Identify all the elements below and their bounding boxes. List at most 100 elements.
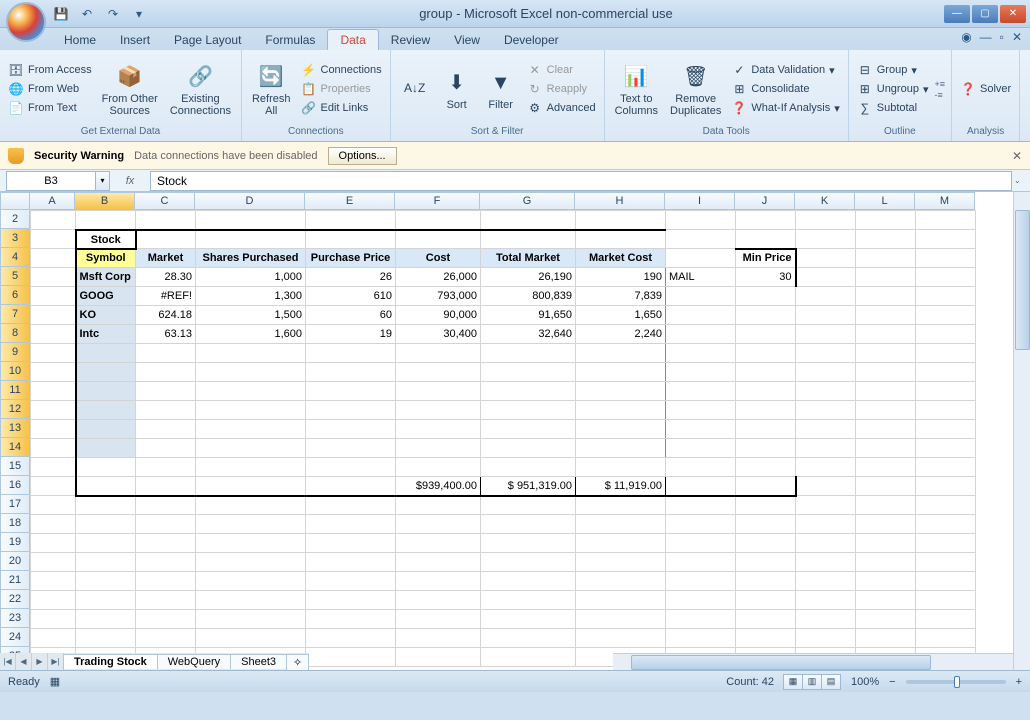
cell-G24[interactable] [481, 629, 576, 648]
cell-J18[interactable] [736, 515, 796, 534]
cell-H6[interactable]: 7,839 [576, 287, 666, 306]
cell-E23[interactable] [306, 610, 396, 629]
worksheet-grid[interactable]: ABCDEFGHIJKLM 23456789101112131415161718… [0, 192, 1030, 670]
fx-icon[interactable]: fx [119, 175, 141, 187]
row-header-22[interactable]: 22 [0, 590, 30, 609]
cell-A2[interactable] [31, 211, 76, 230]
cell-M9[interactable] [916, 344, 976, 363]
tab-data[interactable]: Data [327, 29, 378, 50]
cell-J9[interactable] [736, 344, 796, 363]
cell-L3[interactable] [856, 230, 916, 249]
cell-G6[interactable]: 800,839 [481, 287, 576, 306]
cell-I8[interactable] [666, 325, 736, 344]
cell-L14[interactable] [856, 439, 916, 458]
cell-I13[interactable] [666, 420, 736, 439]
cell-G25[interactable] [481, 648, 576, 667]
clear-button[interactable]: ✕Clear [525, 61, 598, 79]
cell-B2[interactable] [76, 211, 136, 230]
cell-H2[interactable] [576, 211, 666, 230]
cell-A12[interactable] [31, 401, 76, 420]
cell-A3[interactable] [31, 230, 76, 249]
cell-F22[interactable] [396, 591, 481, 610]
zoom-level[interactable]: 100% [851, 676, 879, 688]
cell-G22[interactable] [481, 591, 576, 610]
cell-H10[interactable] [576, 363, 666, 382]
cell-B21[interactable] [76, 572, 136, 591]
min-ribbon-icon[interactable]: — [980, 30, 992, 44]
cell-A17[interactable] [31, 496, 76, 515]
cell-H16[interactable]: $ 11,919.00 [576, 477, 666, 496]
row-header-17[interactable]: 17 [0, 495, 30, 514]
cell-L8[interactable] [856, 325, 916, 344]
sheet-nav-prev[interactable]: ◀ [16, 653, 32, 670]
cell-A24[interactable] [31, 629, 76, 648]
cell-K13[interactable] [796, 420, 856, 439]
cell-E8[interactable]: 19 [306, 325, 396, 344]
reapply-button[interactable]: ↻Reapply [525, 80, 598, 98]
remove-duplicates-button[interactable]: 🗑Remove Duplicates [666, 59, 725, 119]
cell-C8[interactable]: 63.13 [136, 325, 196, 344]
cell-J8[interactable] [736, 325, 796, 344]
cell-D21[interactable] [196, 572, 306, 591]
cell-K15[interactable] [796, 458, 856, 477]
cell-D24[interactable] [196, 629, 306, 648]
col-header-F[interactable]: F [395, 192, 480, 210]
cell-H3[interactable] [576, 230, 666, 249]
cell-M3[interactable] [916, 230, 976, 249]
cell-I5[interactable]: MAIL [666, 268, 736, 287]
cell-B18[interactable] [76, 515, 136, 534]
cell-A5[interactable] [31, 268, 76, 287]
cell-F13[interactable] [396, 420, 481, 439]
sheet-tab-trading-stock[interactable]: Trading Stock [63, 654, 158, 669]
cell-M21[interactable] [916, 572, 976, 591]
cell-E4[interactable]: Purchase Price [306, 249, 396, 268]
undo-icon[interactable]: ↶ [78, 5, 96, 23]
cell-D20[interactable] [196, 553, 306, 572]
cell-J3[interactable] [736, 230, 796, 249]
sheet-nav-last[interactable]: ▶| [48, 653, 64, 670]
cell-J5[interactable]: 30 [736, 268, 796, 287]
cell-I2[interactable] [666, 211, 736, 230]
cell-G11[interactable] [481, 382, 576, 401]
cell-M4[interactable] [916, 249, 976, 268]
cell-L4[interactable] [856, 249, 916, 268]
horizontal-scrollbar[interactable] [613, 653, 1013, 670]
zoom-in-button[interactable]: + [1016, 676, 1022, 688]
cell-A18[interactable] [31, 515, 76, 534]
zoom-slider[interactable] [906, 680, 1006, 684]
cell-H5[interactable]: 190 [576, 268, 666, 287]
cell-J20[interactable] [736, 553, 796, 572]
data-validation-button[interactable]: ✓Data Validation ▾ [729, 61, 841, 79]
cell-H15[interactable] [576, 458, 666, 477]
cell-A20[interactable] [31, 553, 76, 572]
cell-G4[interactable]: Total Market [481, 249, 576, 268]
cell-G7[interactable]: 91,650 [481, 306, 576, 325]
cell-D3[interactable] [196, 230, 306, 249]
cell-C21[interactable] [136, 572, 196, 591]
cell-M12[interactable] [916, 401, 976, 420]
close-button[interactable]: ✕ [1000, 5, 1026, 23]
cell-A11[interactable] [31, 382, 76, 401]
cell-D2[interactable] [196, 211, 306, 230]
col-header-D[interactable]: D [195, 192, 305, 210]
cell-F4[interactable]: Cost [396, 249, 481, 268]
cell-M2[interactable] [916, 211, 976, 230]
cell-L10[interactable] [856, 363, 916, 382]
row-header-4[interactable]: 4 [0, 248, 30, 267]
cell-H11[interactable] [576, 382, 666, 401]
cell-K20[interactable] [796, 553, 856, 572]
row-header-15[interactable]: 15 [0, 457, 30, 476]
cell-C2[interactable] [136, 211, 196, 230]
close-doc-icon[interactable]: ✕ [1012, 30, 1022, 44]
sheet-tab-webquery[interactable]: WebQuery [157, 654, 231, 669]
cell-E12[interactable] [306, 401, 396, 420]
row-header-5[interactable]: 5 [0, 267, 30, 286]
cell-J22[interactable] [736, 591, 796, 610]
cell-F18[interactable] [396, 515, 481, 534]
cell-B5[interactable]: Msft Corp [76, 268, 136, 287]
cell-E10[interactable] [306, 363, 396, 382]
name-box-dropdown[interactable]: ▾ [96, 171, 110, 191]
cell-M19[interactable] [916, 534, 976, 553]
cell-B19[interactable] [76, 534, 136, 553]
from-text-button[interactable]: 📄From Text [6, 99, 94, 117]
